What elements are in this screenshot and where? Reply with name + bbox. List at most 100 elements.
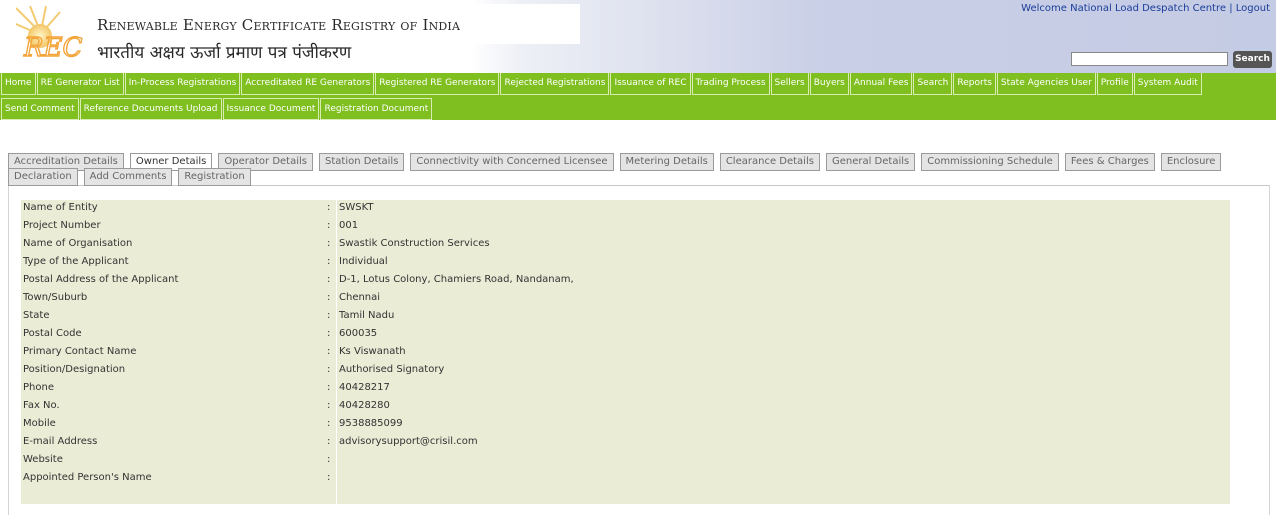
header-banner-gap [470, 4, 580, 44]
detail-value: 40428217 [339, 382, 390, 393]
nav-reference-documents-upload[interactable]: Reference Documents Upload [79, 98, 222, 120]
detail-row-postal-code: Postal Code : 600035 [21, 326, 1230, 344]
detail-label: Fax No. [23, 400, 60, 411]
detail-value: 9538885099 [339, 418, 403, 429]
nav-accreditated-re-generators[interactable]: Accreditated RE Generators [241, 73, 375, 95]
detail-value: 600035 [339, 328, 378, 339]
nav-issuance-document[interactable]: Issuance Document [222, 98, 320, 120]
nav-re-generator-list[interactable]: RE Generator List [36, 73, 124, 95]
detail-value: Chennai [339, 292, 381, 303]
detail-label: Project Number [23, 220, 101, 231]
detail-colon: : [327, 328, 331, 339]
tab-metering-details[interactable]: Metering Details [619, 153, 714, 171]
detail-row-primary-contact: Primary Contact Name : Ks Viswanath [21, 344, 1230, 362]
detail-value: Individual [339, 256, 388, 267]
nav-send-comment[interactable]: Send Comment [1, 98, 79, 120]
detail-value: Authorised Signatory [339, 364, 445, 375]
detail-label: Website [23, 454, 63, 465]
detail-colon: : [327, 418, 331, 429]
detail-label: Type of the Applicant [23, 256, 129, 267]
brand-title-hindi: भारतीय अक्षय ऊर्जा प्रमाण पत्र पंजीकरण [97, 43, 352, 63]
detail-colon: : [327, 364, 331, 375]
tab-enclosure[interactable]: Enclosure [1160, 153, 1222, 171]
nav-search[interactable]: Search [913, 73, 953, 95]
detail-value: advisorysupport@crisil.com [339, 436, 478, 447]
detail-colon: : [327, 346, 331, 357]
tab-station-details[interactable]: Station Details [319, 153, 405, 171]
welcome-logout-link[interactable]: Welcome National Load Despatch Centre | … [1021, 3, 1270, 14]
detail-row-postal-address: Postal Address of the Applicant : D-1, L… [21, 272, 1230, 290]
tab-commissioning-schedule[interactable]: Commissioning Schedule [921, 153, 1059, 171]
detail-colon: : [327, 400, 331, 411]
detail-colon: : [327, 310, 331, 321]
nav-home[interactable]: Home [1, 73, 36, 95]
logo-text: REC [23, 33, 83, 63]
detail-row-project-number: Project Number : 001 [21, 218, 1230, 236]
detail-label: E-mail Address [23, 436, 98, 447]
nav-buyers[interactable]: Buyers [809, 73, 849, 95]
detail-colon: : [327, 292, 331, 303]
nav-rejected-registrations[interactable]: Rejected Registrations [500, 73, 610, 95]
main-nav: Home RE Generator List In-Process Regist… [0, 73, 1276, 120]
detail-label: Position/Designation [23, 364, 126, 375]
detail-label: State [23, 310, 50, 321]
tab-clearance-details[interactable]: Clearance Details [719, 153, 820, 171]
detail-value: D-1, Lotus Colony, Chamiers Road, Nandan… [339, 274, 574, 285]
detail-row-name-of-entity: Name of Entity : SWSKT [21, 200, 1230, 218]
detail-row-phone: Phone : 40428217 [21, 380, 1230, 398]
tab-fees-charges[interactable]: Fees & Charges [1064, 153, 1155, 171]
detail-colon: : [327, 238, 331, 249]
tab-row-2: Declaration Add Comments Registration [8, 168, 257, 186]
tab-registration[interactable]: Registration [178, 168, 251, 186]
detail-colon: : [327, 382, 331, 393]
tab-connectivity[interactable]: Connectivity with Concerned Licensee [410, 153, 614, 171]
tab-add-comments[interactable]: Add Comments [83, 168, 173, 186]
detail-colon: : [327, 274, 331, 285]
search-input[interactable] [1071, 52, 1228, 66]
nav-row-2: Send Comment Reference Documents Upload … [0, 98, 433, 120]
nav-registered-re-generators[interactable]: Registered RE Generators [375, 73, 500, 95]
tab-declaration[interactable]: Declaration [8, 168, 78, 186]
detail-colon: : [327, 454, 331, 465]
brand-title-english: Renewable Energy Certificate Registry of… [97, 16, 461, 34]
tab-general-details[interactable]: General Details [825, 153, 916, 171]
detail-label: Name of Entity [23, 202, 98, 213]
nav-sellers[interactable]: Sellers [770, 73, 809, 95]
detail-row-appointed-person: Appointed Person's Name : [21, 470, 1230, 488]
detail-label: Phone [23, 382, 54, 393]
detail-value: Ks Viswanath [339, 346, 406, 357]
detail-label: Town/Suburb [23, 292, 88, 303]
detail-row-fax: Fax No. : 40428280 [21, 398, 1230, 416]
detail-label: Postal Code [23, 328, 82, 339]
detail-colon: : [327, 472, 331, 483]
detail-colon: : [327, 202, 331, 213]
search-button[interactable]: Search [1233, 51, 1272, 68]
rec-logo: REC [16, 6, 83, 64]
detail-row-name-of-organisation: Name of Organisation : Swastik Construct… [21, 236, 1230, 254]
detail-colon: : [327, 436, 331, 447]
header: REC Renewable Energy Certificate Registr… [0, 0, 1276, 73]
nav-annual-fees[interactable]: Annual Fees [849, 73, 913, 95]
detail-value: 001 [339, 220, 359, 231]
nav-trading-process[interactable]: Trading Process [691, 73, 770, 95]
nav-issuance-of-rec[interactable]: Issuance of REC [610, 73, 691, 95]
nav-system-audit[interactable]: System Audit [1133, 73, 1202, 95]
detail-value: Swastik Construction Services [339, 238, 490, 249]
nav-registration-document[interactable]: Registration Document [320, 98, 433, 120]
detail-value: SWSKT [339, 202, 374, 213]
detail-row-state: State : Tamil Nadu [21, 308, 1230, 326]
detail-row-position: Position/Designation : Authorised Signat… [21, 362, 1230, 380]
owner-details-panel: Name of Entity : SWSKT Project Number : … [21, 200, 1230, 504]
nav-in-process-registrations[interactable]: In-Process Registrations [124, 73, 241, 95]
detail-colon: : [327, 256, 331, 267]
detail-row-website: Website : [21, 452, 1230, 470]
detail-label: Mobile [23, 418, 56, 429]
nav-state-agencies-user[interactable]: State Agencies User [996, 73, 1096, 95]
nav-reports[interactable]: Reports [953, 73, 996, 95]
detail-row-mobile: Mobile : 9538885099 [21, 416, 1230, 434]
detail-row-type-of-applicant: Type of the Applicant : Individual [21, 254, 1230, 272]
detail-label: Primary Contact Name [23, 346, 137, 357]
nav-profile[interactable]: Profile [1096, 73, 1133, 95]
detail-value: 40428280 [339, 400, 390, 411]
detail-row-email: E-mail Address : advisorysupport@crisil.… [21, 434, 1230, 452]
